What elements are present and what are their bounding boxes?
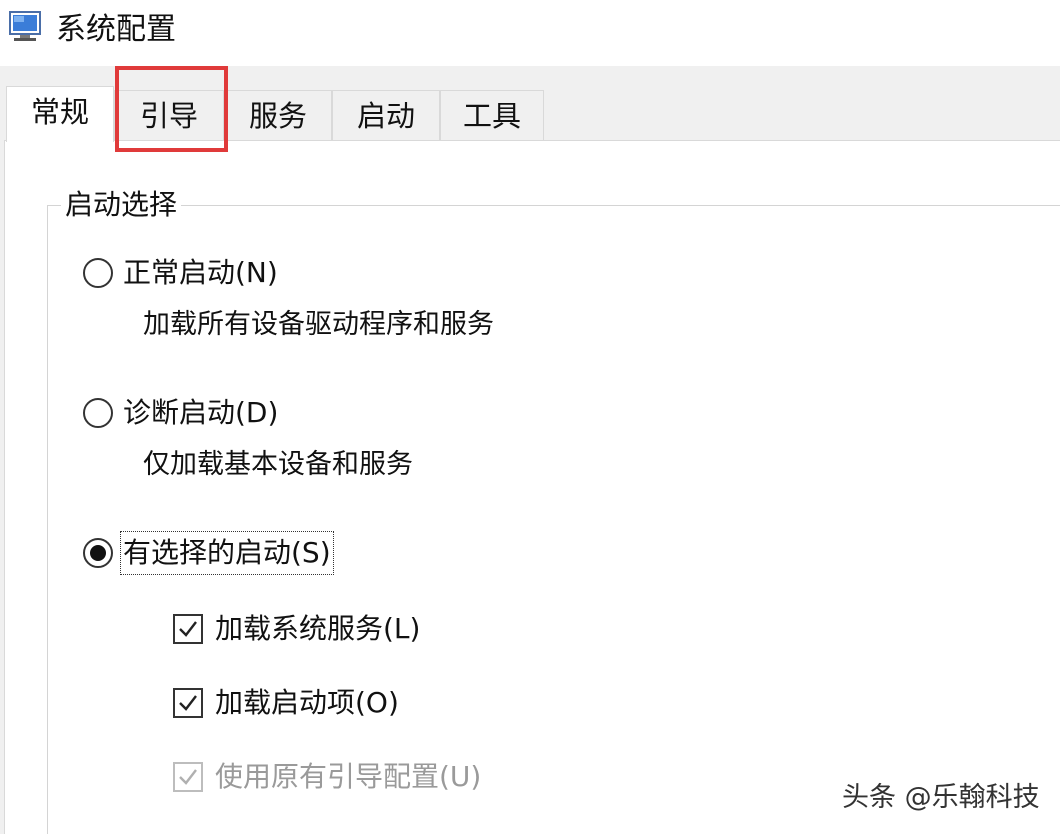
selective-startup-label[interactable]: 有选择的启动(S) — [120, 531, 334, 575]
startup-selection-group — [47, 205, 1060, 834]
title-bar: 系统配置 — [0, 0, 1060, 66]
load-startup-items-option[interactable]: 加载启动项(O) — [173, 683, 399, 723]
normal-startup-label[interactable]: 正常启动(N) — [123, 254, 278, 292]
use-original-boot-config-label: 使用原有引导配置(U) — [215, 760, 482, 793]
tab-services[interactable]: 服务 — [224, 90, 332, 140]
boot-tab-highlight-box — [115, 66, 228, 152]
watermark: 头条 @乐翰科技 — [842, 782, 1040, 813]
load-startup-items-label[interactable]: 加载启动项(O) — [215, 684, 399, 722]
tab-strip: 常规 引导 服务 启动 工具 — [0, 66, 1060, 152]
system-config-window: 系统配置 常规 引导 服务 启动 工具 启动选择 正常启动(N) 加载所有设备驱… — [0, 0, 1060, 834]
normal-startup-radio[interactable] — [83, 258, 113, 288]
window-title: 系统配置 — [56, 12, 176, 47]
tab-startup[interactable]: 启动 — [332, 90, 440, 140]
tab-general[interactable]: 常规 — [6, 86, 114, 142]
normal-startup-description: 加载所有设备驱动程序和服务 — [143, 309, 494, 340]
load-system-services-checkbox[interactable] — [173, 614, 203, 644]
diagnostic-startup-radio[interactable] — [83, 398, 113, 428]
normal-startup-option[interactable]: 正常启动(N) — [83, 253, 278, 293]
checkmark-icon — [179, 695, 197, 711]
startup-selection-label: 启动选择 — [61, 186, 182, 224]
tab-tools[interactable]: 工具 — [440, 90, 544, 140]
diagnostic-startup-description: 仅加载基本设备和服务 — [143, 449, 413, 480]
selective-startup-option[interactable]: 有选择的启动(S) — [83, 531, 334, 575]
use-original-boot-config-option: 使用原有引导配置(U) — [173, 757, 481, 797]
diagnostic-startup-option[interactable]: 诊断启动(D) — [83, 393, 278, 433]
load-system-services-option[interactable]: 加载系统服务(L) — [173, 609, 420, 649]
selective-startup-radio[interactable] — [83, 538, 113, 568]
general-tab-panel: 启动选择 正常启动(N) 加载所有设备驱动程序和服务 诊断启动(D) 仅加载基本… — [4, 140, 1060, 834]
load-system-services-label[interactable]: 加载系统服务(L) — [215, 610, 420, 648]
system-config-app-icon — [8, 10, 44, 44]
load-startup-items-checkbox[interactable] — [173, 688, 203, 718]
diagnostic-startup-label[interactable]: 诊断启动(D) — [123, 394, 278, 432]
checkmark-icon — [179, 769, 197, 785]
use-original-boot-config-checkbox — [173, 762, 203, 792]
checkmark-icon — [179, 621, 197, 637]
